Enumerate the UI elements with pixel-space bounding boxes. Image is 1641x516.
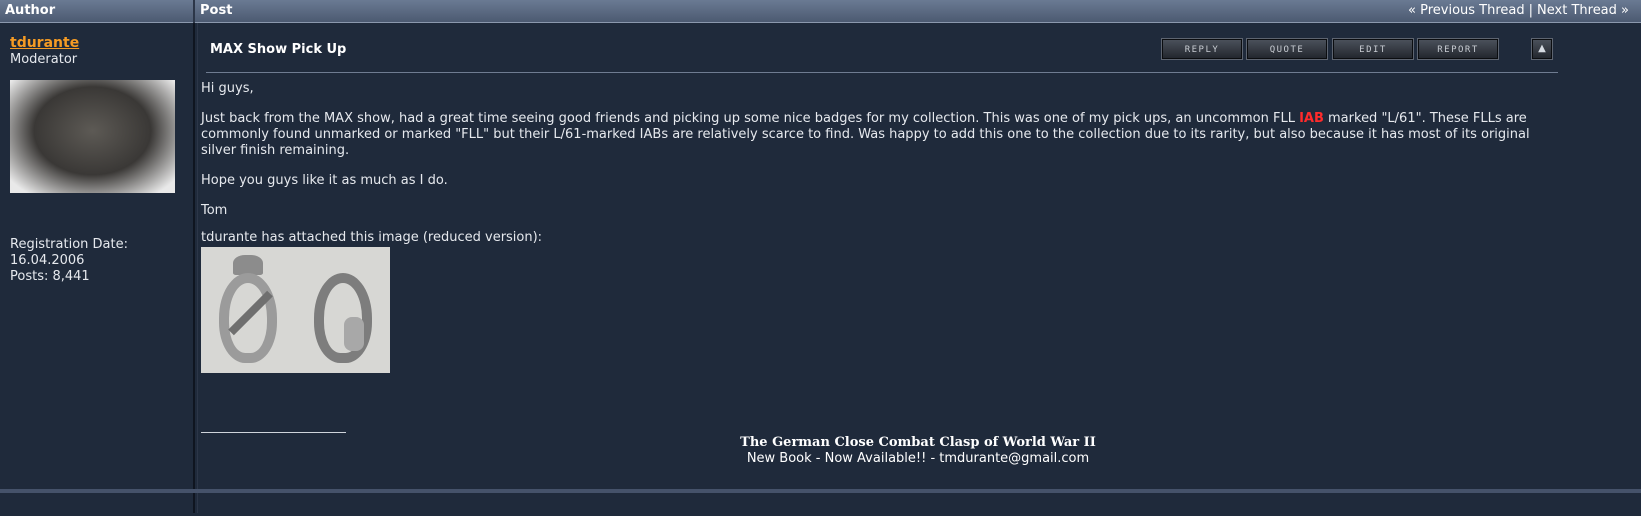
eagle-shape xyxy=(233,255,263,275)
up-arrow-icon: ▲ xyxy=(1538,43,1546,54)
next-thread-link[interactable]: Next Thread » xyxy=(1537,3,1629,18)
badge-front-image xyxy=(201,247,296,373)
post-title: MAX Show Pick Up xyxy=(210,42,347,57)
quote-button[interactable]: QUOTE xyxy=(1246,38,1328,60)
post-signoff: Tom xyxy=(201,203,228,218)
post-paragraph: Hope you guys like it as much as I do. xyxy=(201,173,448,188)
badge-back-image xyxy=(296,247,391,373)
reply-button[interactable]: REPLY xyxy=(1161,38,1243,60)
author-username-link[interactable]: tdurante xyxy=(10,35,79,51)
attachment-label: tdurante has attached this image (reduce… xyxy=(201,230,543,245)
scroll-top-button[interactable]: ▲ xyxy=(1531,38,1553,60)
post-greeting: Hi guys, xyxy=(201,81,254,96)
author-column-header: Author xyxy=(0,0,195,23)
avatar xyxy=(10,80,175,193)
registration-date: 16.04.2006 xyxy=(10,253,85,268)
post-content: MAX Show Pick Up REPLY QUOTE EDIT REPORT… xyxy=(197,23,1637,513)
thread-header-bar: Author Post « Previous Thread | Next Threa… xyxy=(0,0,1641,23)
signature-title: The German Close Combat Clasp of World W… xyxy=(740,435,1096,450)
attachment-image[interactable] xyxy=(201,247,390,373)
post-bottom-border xyxy=(0,489,1641,493)
edit-button[interactable]: EDIT xyxy=(1332,38,1414,60)
wreath-shape xyxy=(313,273,372,363)
iab-highlight: IAB xyxy=(1299,111,1324,126)
signature-divider xyxy=(201,432,346,433)
post-paragraph: Just back from the MAX show, had a great… xyxy=(201,111,1551,159)
post-body: Hi guys, Just back from the MAX show, ha… xyxy=(201,81,1551,233)
signature-subtitle: New Book - Now Available!! - tmdurante@g… xyxy=(746,451,1090,466)
thread-navigation: « Previous Thread | Next Thread » xyxy=(1408,3,1629,18)
nav-separator: | xyxy=(1528,3,1534,18)
previous-thread-link[interactable]: « Previous Thread xyxy=(1408,3,1525,18)
post-divider xyxy=(206,72,1558,73)
author-sidebar: tdurante Moderator Registration Date: 16… xyxy=(0,23,195,513)
author-info: Registration Date: 16.04.2006 Posts: 8,4… xyxy=(10,237,128,285)
report-button[interactable]: REPORT xyxy=(1417,38,1499,60)
post-count: Posts: 8,441 xyxy=(10,269,90,284)
pin-shape xyxy=(343,317,364,351)
author-title: Moderator xyxy=(10,52,78,67)
registration-label: Registration Date: xyxy=(10,237,128,252)
paragraph-text: Just back from the MAX show, had a great… xyxy=(201,111,1300,126)
